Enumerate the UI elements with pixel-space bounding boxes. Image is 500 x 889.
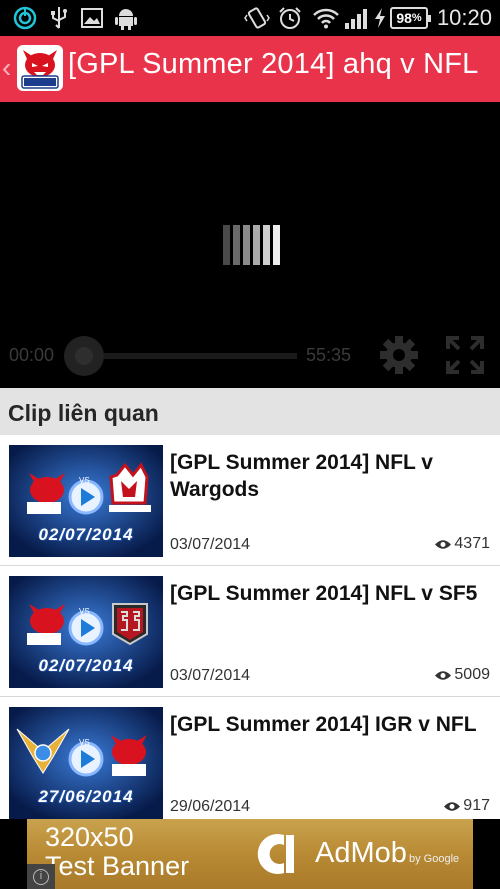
seek-bar[interactable]: [104, 353, 297, 359]
clip-thumbnail[interactable]: VS 02/07/2014: [9, 445, 163, 557]
clip-date: 03/07/2014: [170, 667, 251, 684]
back-chevron-icon[interactable]: ‹: [2, 50, 11, 86]
clip-date: 29/06/2014: [170, 798, 251, 815]
ad-size-label: 320x50: [45, 822, 134, 852]
ad-text: 320x50 Test Banner: [45, 823, 189, 881]
battery-indicator: 98%: [390, 7, 431, 29]
loading-spinner-icon: [223, 225, 280, 265]
seek-thumb[interactable]: [64, 336, 104, 376]
full-louis-logo-small: [27, 473, 65, 514]
charging-icon: [373, 6, 387, 30]
battery-percent-sign: %: [411, 12, 422, 24]
full-louis-logo-small: [27, 604, 65, 645]
clip-views: 917: [444, 797, 490, 815]
list-item[interactable]: VS 27/06/2014 [GPL Summer 2014] IGR v NF…: [0, 697, 500, 828]
thumbnail-date: 27/06/2014: [38, 787, 134, 806]
full-louis-logo-small: [111, 735, 147, 776]
alarm-icon: [278, 6, 302, 30]
svg-text:VS: VS: [79, 476, 90, 485]
ad-brand: AdMob: [315, 837, 407, 869]
status-time: 10:20: [436, 5, 492, 30]
clip-title[interactable]: [GPL Summer 2014] NFL v Wargods: [170, 449, 490, 503]
power-icon: [12, 6, 38, 30]
svg-text:VS: VS: [79, 738, 90, 747]
status-bar: 98% 10:20: [0, 0, 500, 36]
settings-gear-icon[interactable]: [378, 334, 420, 376]
clip-views: 4371: [435, 535, 490, 553]
clip-view-count: 917: [463, 797, 490, 814]
player-controls: 00:00 55:35: [0, 334, 500, 378]
clip-views: 5009: [435, 666, 490, 684]
thumbnail-date: 02/07/2014: [38, 525, 134, 544]
signal-icon: [344, 6, 368, 30]
action-bar: ‹ [GPL Summer 2014] ahq v NFL: [0, 36, 500, 102]
related-clips-header: Clip liên quan: [0, 388, 500, 435]
clip-date: 03/07/2014: [170, 536, 251, 553]
sf5-logo: [112, 603, 148, 646]
vibrate-icon: [244, 6, 270, 30]
total-time: 55:35: [306, 345, 352, 365]
clip-title[interactable]: [GPL Summer 2014] IGR v NFL: [170, 711, 490, 738]
current-time: 00:00: [9, 345, 55, 365]
battery-level: 98: [396, 10, 412, 26]
thumbnail-date: 02/07/2014: [38, 656, 134, 675]
wifi-icon: [312, 6, 340, 30]
clip-title[interactable]: [GPL Summer 2014] NFL v SF5: [170, 580, 490, 607]
fullscreen-icon[interactable]: [444, 334, 486, 376]
android-icon: [114, 6, 138, 30]
clip-view-count: 5009: [454, 666, 490, 683]
video-title: [GPL Summer 2014] ahq v NFL: [68, 48, 479, 80]
clip-view-count: 4371: [454, 535, 490, 552]
info-icon[interactable]: i: [27, 864, 55, 889]
video-player[interactable]: 00:00 55:35: [0, 102, 500, 388]
clip-thumbnail[interactable]: VS 27/06/2014: [9, 707, 163, 819]
eye-icon: [435, 670, 452, 680]
eye-icon: [444, 801, 461, 811]
related-clips-title: Clip liên quan: [8, 400, 159, 426]
screen: 98% 10:20 ‹ [GPL Summer 2014] ahq v NFL: [0, 0, 500, 889]
ad-brand-sub: by Google: [409, 853, 460, 865]
ad-banner[interactable]: 320x50 Test Banner AdMob by Google i: [0, 819, 500, 889]
image-icon: [80, 6, 104, 30]
ad-test-label: Test Banner: [45, 851, 190, 881]
usb-icon: [48, 6, 70, 30]
clip-thumbnail[interactable]: VS 02/07/2014: [9, 576, 163, 688]
full-louis-logo[interactable]: [17, 45, 63, 91]
admob-logo-icon: [250, 829, 300, 879]
svg-text:VS: VS: [79, 607, 90, 616]
eye-icon: [435, 539, 452, 549]
list-item[interactable]: VS 02/07/2014 [GPL Summer 2014] NFL v Wa…: [0, 435, 500, 566]
list-item[interactable]: VS 02/07/2014 [GPL Summer 2014] NFL v SF…: [0, 566, 500, 697]
ad-banner-content[interactable]: 320x50 Test Banner AdMob by Google: [27, 819, 473, 889]
